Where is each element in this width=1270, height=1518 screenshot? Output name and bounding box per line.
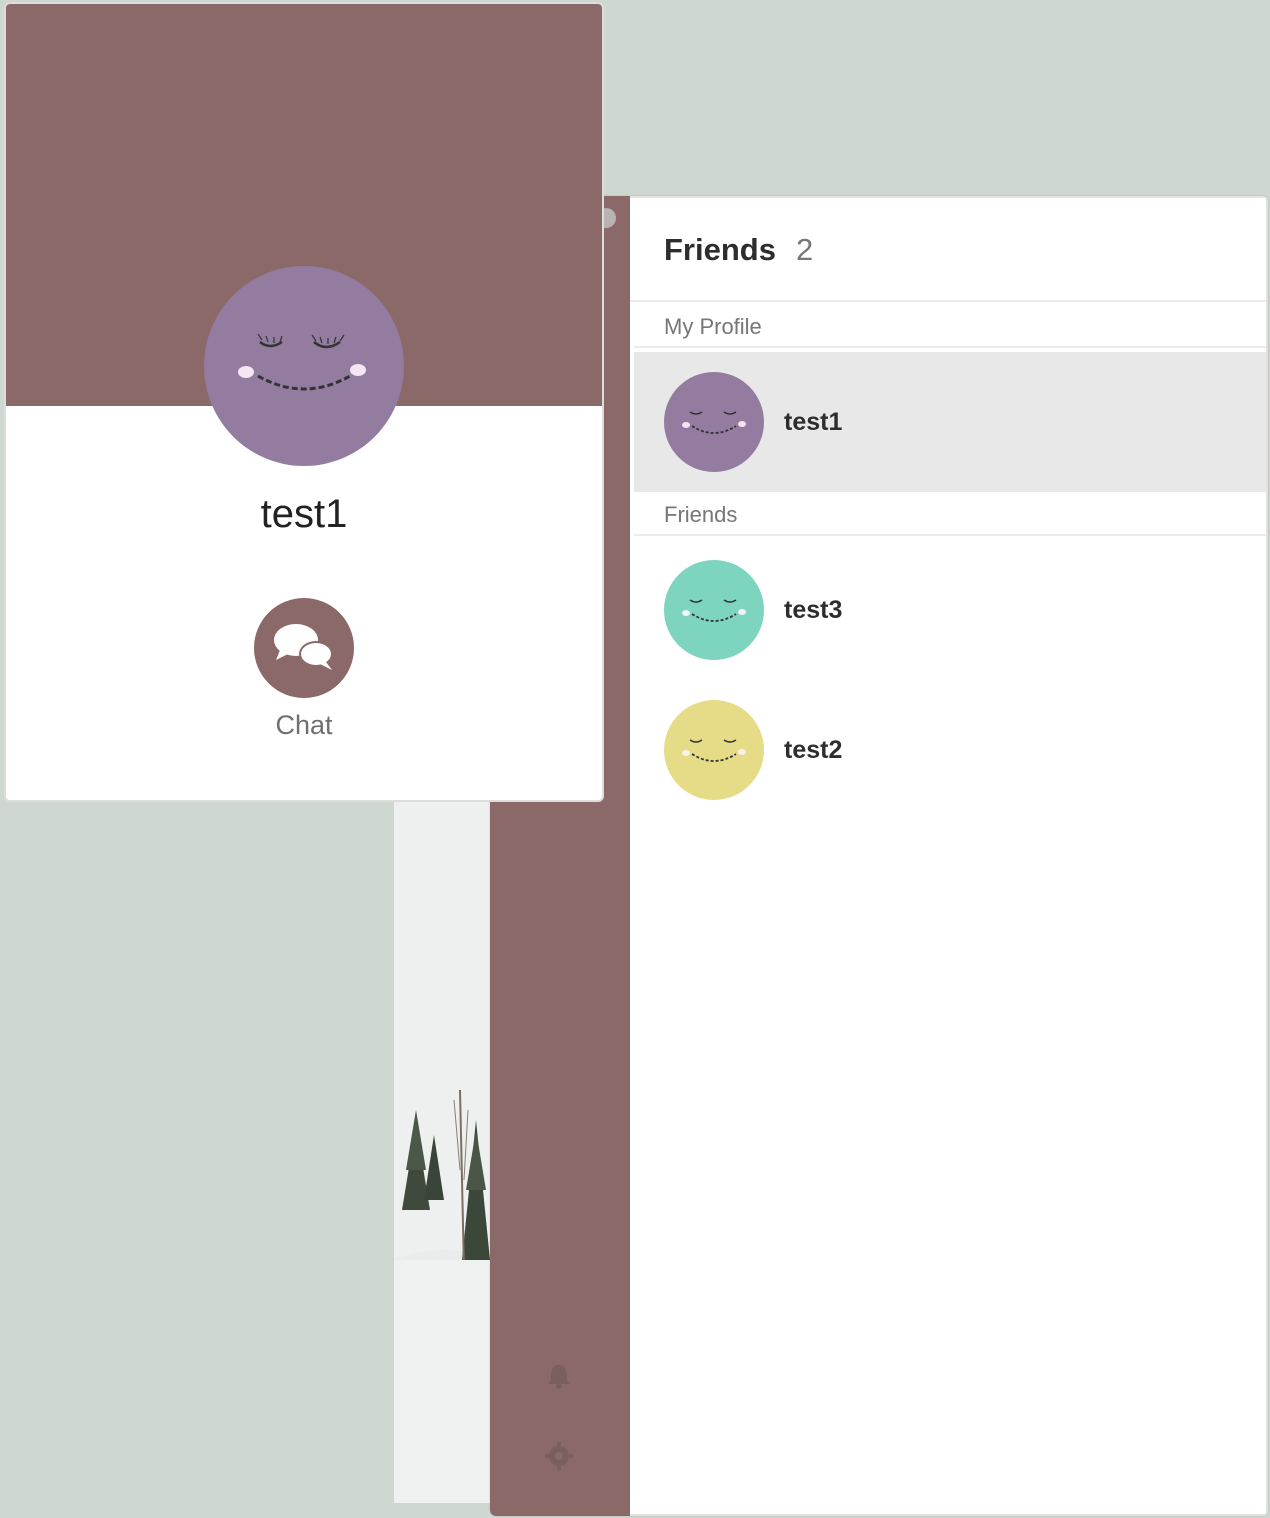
page-title: Friends	[664, 232, 776, 267]
friend-name: test1	[784, 408, 843, 436]
bell-icon[interactable]	[545, 1362, 573, 1390]
profile-name: test1	[260, 492, 348, 536]
friend-name: test2	[784, 736, 843, 764]
friends-panel: Friends 2 My Profile test1 Friends test3…	[630, 196, 1268, 1516]
divider	[634, 346, 1266, 348]
avatar	[664, 560, 764, 660]
list-item-friend[interactable]: test3	[634, 540, 1266, 680]
divider	[634, 534, 1266, 536]
panel-header: Friends 2	[630, 198, 1266, 302]
gear-icon[interactable]	[545, 1442, 573, 1470]
list-item-my-profile[interactable]: test1	[634, 352, 1266, 492]
profile-avatar	[204, 266, 404, 466]
section-label-my-profile: My Profile	[664, 314, 762, 339]
chat-button[interactable]	[254, 598, 354, 698]
messenger-window: Friends 2 My Profile test1 Friends test3…	[490, 196, 1268, 1516]
chat-button-label[interactable]: Chat	[6, 710, 602, 741]
background-scenery	[394, 790, 494, 1503]
section-label-friends: Friends	[664, 502, 738, 527]
avatar	[664, 700, 764, 800]
profile-card: test1 Chat	[4, 2, 604, 802]
friends-count: 2	[796, 232, 814, 267]
friend-name: test3	[784, 596, 843, 624]
avatar	[664, 372, 764, 472]
list-item-friend[interactable]: test2	[634, 680, 1266, 820]
